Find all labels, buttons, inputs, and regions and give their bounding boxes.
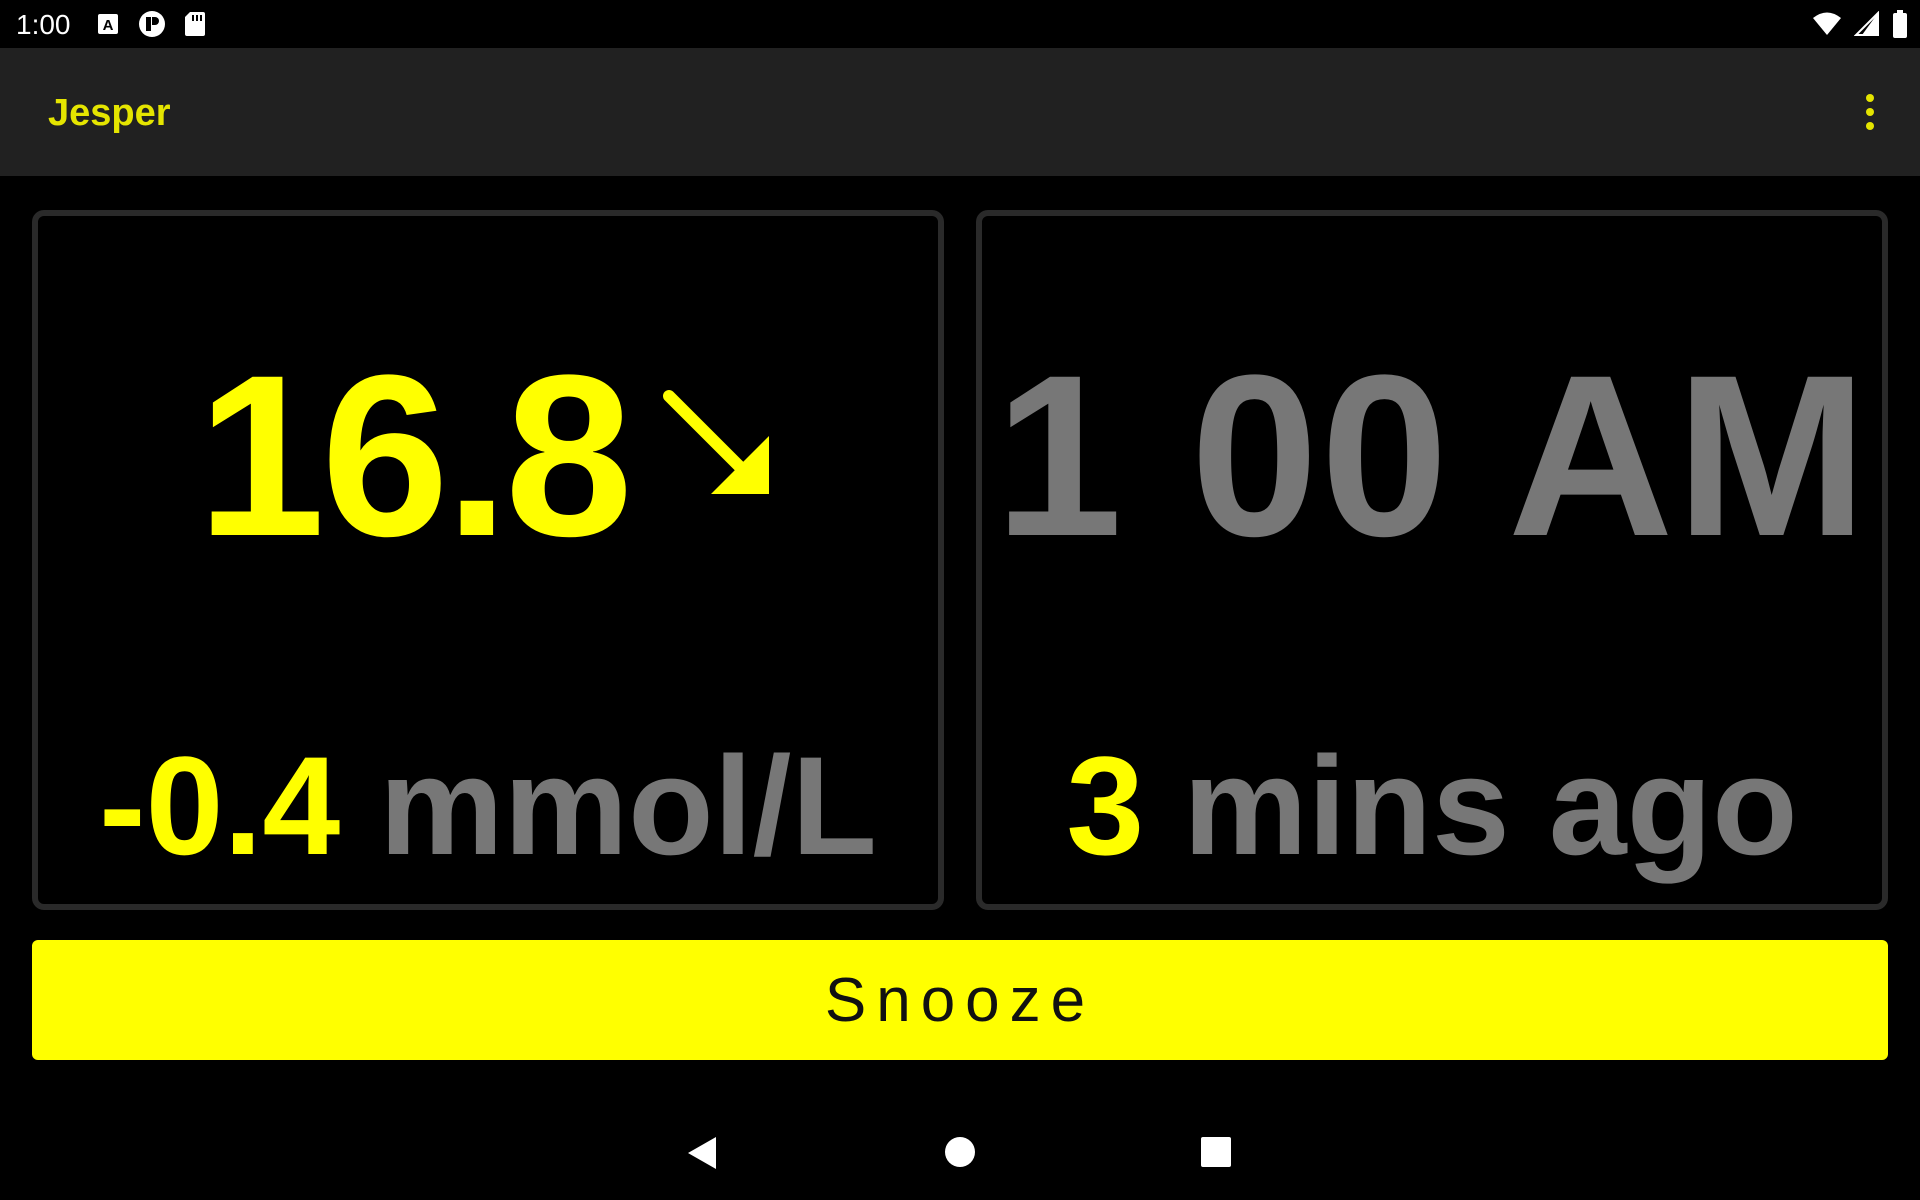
glucose-line: 16.8 [38,341,938,571]
battery-icon [1893,10,1907,38]
reading-time: 1 00 AM [994,327,1870,584]
glucose-delta: -0.4 [99,727,341,884]
text-icon: A [98,14,118,34]
recents-icon[interactable] [1200,1136,1232,1168]
menu-dot [1866,122,1874,130]
menu-dot [1866,108,1874,116]
app-bar: Jesper [0,48,1920,176]
ago-line: 3 mins ago [982,736,1882,876]
status-time: 1:00 [16,9,71,40]
arrow-down-right-icon [662,390,769,494]
signal-icon [1854,11,1879,36]
svg-text:A: A [103,17,114,34]
time-panel: 1 00 AM 3 mins ago [976,210,1888,910]
snooze-button[interactable]: Snooze [32,940,1888,1060]
wifi-icon [1813,12,1841,35]
sd-card-icon [185,12,205,36]
status-icons-left: A [96,10,206,38]
time-line: 1 00 AM [982,341,1882,571]
notification-icon [139,11,165,37]
glucose-unit: mmol/L [379,727,877,884]
ago-label: mins ago [1183,727,1798,884]
home-icon[interactable] [944,1136,976,1168]
back-icon[interactable] [686,1136,718,1170]
app-title: Jesper [48,92,171,134]
glucose-value: 16.8 [197,327,633,584]
delta-line: -0.4 mmol/L [38,736,938,876]
menu-dot [1866,94,1874,102]
more-vert-icon[interactable] [1858,88,1882,136]
ago-value: 3 [1066,727,1145,884]
status-bar: 1:00 A [0,0,1920,48]
nav-bar [0,1100,1920,1200]
status-icons-right [1812,10,1908,38]
glucose-panel: 16.8 -0.4 mmol/L [32,210,944,910]
